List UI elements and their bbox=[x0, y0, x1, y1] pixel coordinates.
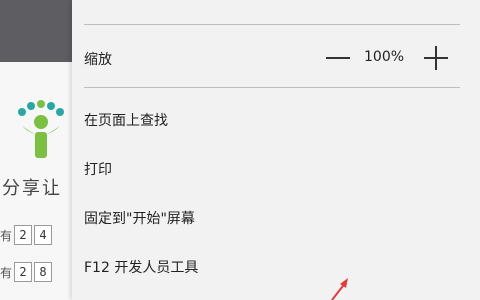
digit-cell[interactable]: 2 bbox=[14, 225, 32, 245]
form-row: 有 2 8 bbox=[0, 260, 52, 284]
settings-menu: 缩放 100% 在页面上查找 打印 固定到"开始"屏幕 F12 开发人员工具 bbox=[72, 0, 480, 300]
zoom-label: 缩放 bbox=[84, 52, 112, 68]
zoom-in-button[interactable] bbox=[422, 44, 450, 72]
menu-divider bbox=[84, 24, 460, 25]
menu-item-find-on-page[interactable]: 在页面上查找 bbox=[84, 110, 168, 130]
zoom-row: 缩放 100% bbox=[72, 40, 480, 76]
logo-icon bbox=[18, 100, 64, 158]
zoom-out-button[interactable] bbox=[324, 46, 352, 70]
pointer-arrow-icon bbox=[331, 278, 348, 300]
row-label: 有 bbox=[0, 265, 13, 280]
form-row: 有 2 4 bbox=[0, 223, 52, 247]
digit-cell[interactable]: 8 bbox=[34, 262, 52, 282]
menu-item-print[interactable]: 打印 bbox=[84, 159, 112, 179]
menu-divider bbox=[84, 87, 460, 88]
zoom-level: 100% bbox=[364, 49, 405, 65]
slogan-text: 分享让 bbox=[2, 178, 62, 199]
menu-item-f12-developer-tools[interactable]: F12 开发人员工具 bbox=[84, 257, 198, 277]
menu-item-pin-to-start[interactable]: 固定到"开始"屏幕 bbox=[84, 208, 195, 228]
digit-cell[interactable]: 4 bbox=[34, 225, 52, 245]
digit-cell[interactable]: 2 bbox=[14, 262, 32, 282]
background-page: 分享让 有 2 4 有 2 8 bbox=[0, 0, 72, 300]
row-label: 有 bbox=[0, 228, 13, 243]
background-toolbar bbox=[0, 0, 72, 62]
